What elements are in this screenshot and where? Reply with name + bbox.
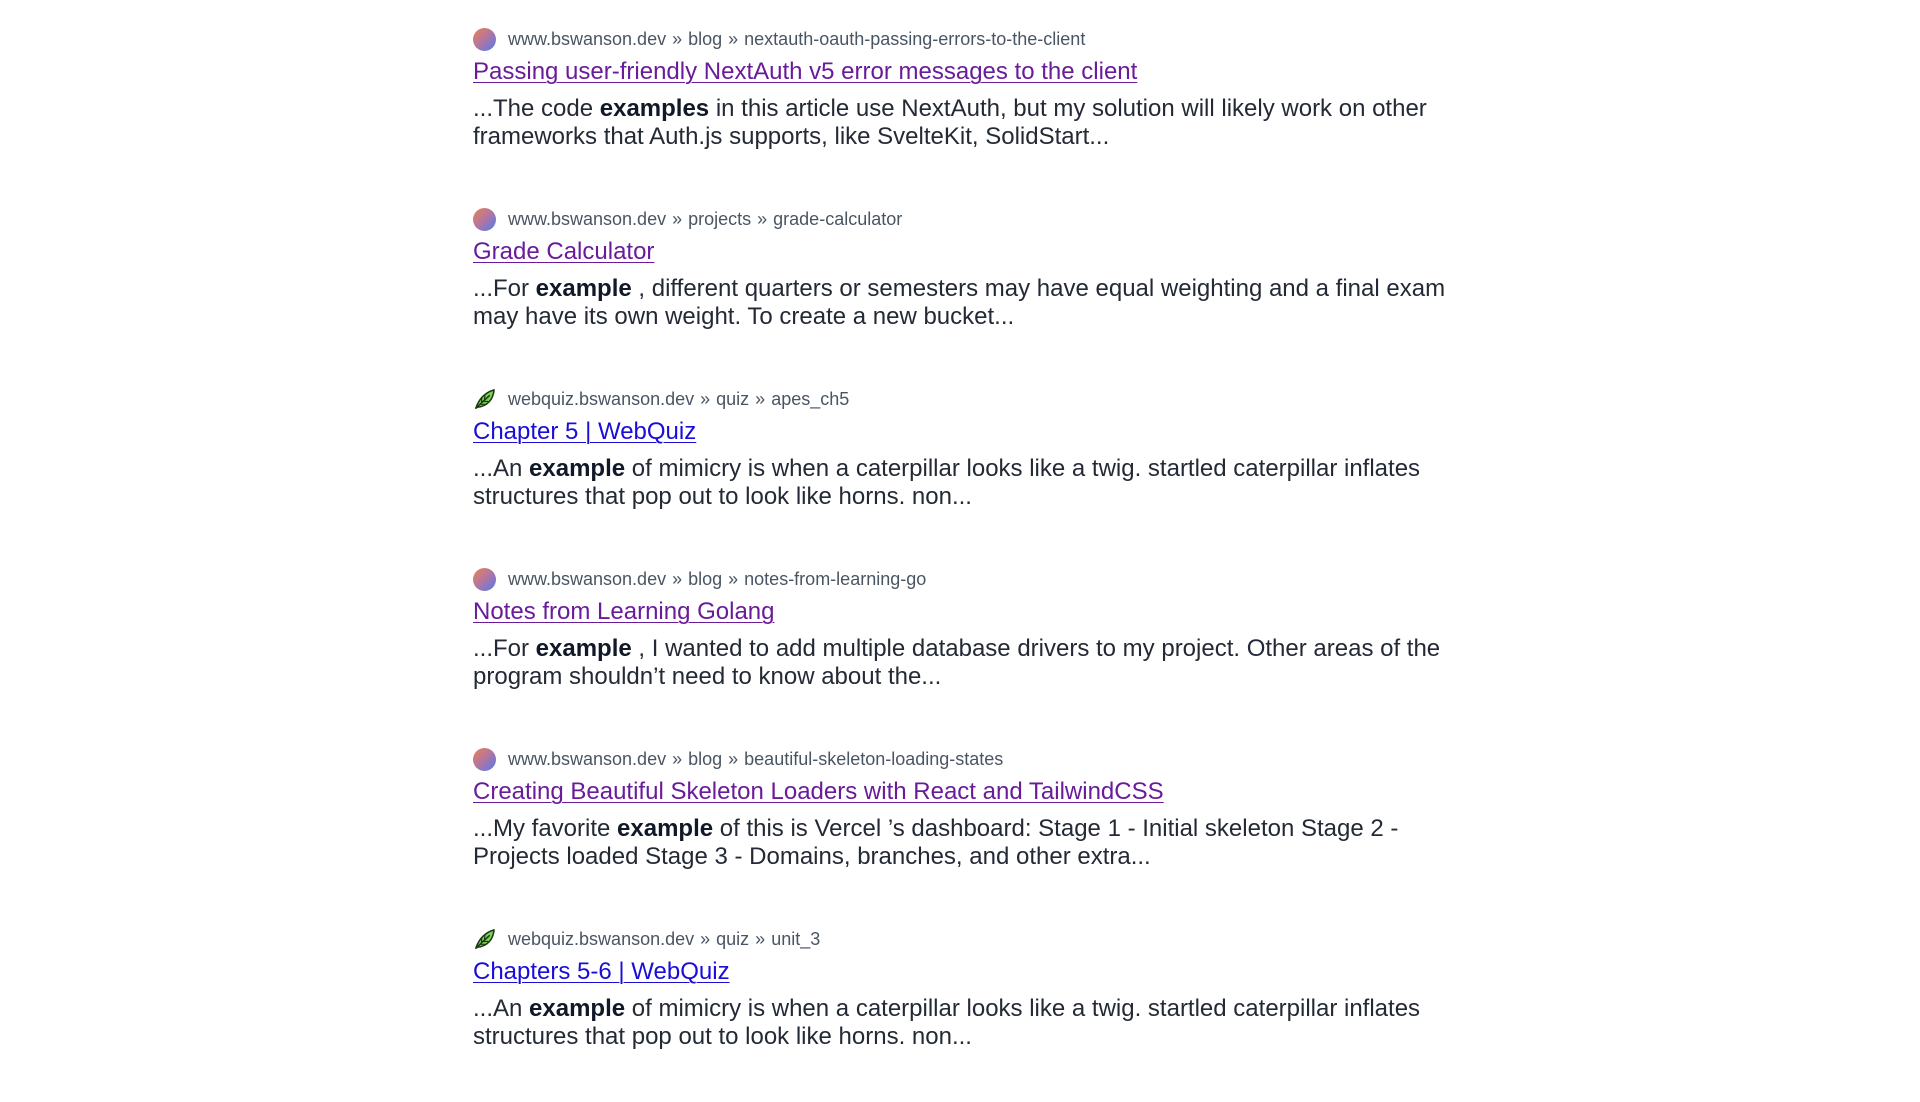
snippet-highlight: example [529, 995, 626, 1022]
result-snippet: ...An example of mimicry is when a cater… [473, 455, 1483, 511]
snippet-highlight: example [529, 455, 626, 482]
result-breadcrumb: webquiz.bswanson.dev» quiz» apes_ch5 [473, 387, 1483, 411]
result-snippet: ...For example , I wanted to add multipl… [473, 635, 1483, 691]
breadcrumb-segment: grade-calculator [773, 208, 903, 229]
result-domain: webquiz.bswanson.dev [508, 388, 695, 409]
result-title-link[interactable]: Creating Beautiful Skeleton Loaders with… [473, 776, 1164, 808]
result-url: webquiz.bswanson.dev» quiz» apes_ch5 [508, 389, 849, 410]
result-snippet: ...An example of mimicry is when a cater… [473, 995, 1483, 1051]
result-title-link[interactable]: Chapter 5 | WebQuiz [473, 416, 696, 448]
result-title-link[interactable]: Passing user-friendly NextAuth v5 error … [473, 56, 1137, 88]
breadcrumb-segment: quiz [716, 388, 750, 409]
breadcrumb-segment: nextauth-oauth-passing-errors-to-the-cli… [744, 28, 1086, 49]
result-domain: www.bswanson.dev [508, 28, 667, 49]
result-breadcrumb: www.bswanson.dev» blog» notes-from-learnin… [473, 567, 1483, 591]
result-url: www.bswanson.dev» blog» beautiful-skeleton… [508, 749, 1003, 770]
result-breadcrumb: www.bswanson.dev» blog» nextauth-oauth-pas… [473, 27, 1483, 51]
result-domain: www.bswanson.dev [508, 208, 667, 229]
snippet-text: ...The code [473, 95, 600, 122]
breadcrumb-segment: blog [688, 568, 723, 589]
result-breadcrumb: webquiz.bswanson.dev» quiz» unit_3 [473, 927, 1483, 951]
breadcrumb-segment: unit_3 [771, 928, 821, 949]
search-result: www.bswanson.dev» blog» notes-from-learnin… [473, 567, 1483, 742]
search-result: www.bswanson.dev» projects» grade-calculat… [473, 207, 1483, 382]
breadcrumb-segment: projects [688, 208, 752, 229]
snippet-text: ...My favorite [473, 815, 618, 842]
breadcrumb-separator: » [728, 568, 739, 589]
snippet-highlight: example [535, 635, 632, 662]
result-url: www.bswanson.dev» projects» grade-calculat… [508, 209, 902, 230]
breadcrumb-separator: » [672, 28, 683, 49]
breadcrumb-segment: blog [688, 28, 723, 49]
snippet-text: ...An [473, 455, 530, 482]
breadcrumb-segment: beautiful-skeleton-loading-states [744, 748, 1004, 769]
search-result: www.bswanson.dev» blog» nextauth-oauth-pas… [473, 27, 1483, 202]
breadcrumb-separator: » [755, 388, 766, 409]
result-url: webquiz.bswanson.dev» quiz» unit_3 [508, 929, 820, 950]
result-url: www.bswanson.dev» blog» notes-from-learnin… [508, 569, 926, 590]
breadcrumb-separator: » [728, 28, 739, 49]
breadcrumb-separator: » [728, 748, 739, 769]
leaf-icon [473, 928, 496, 951]
snippet-highlight: example [535, 275, 632, 302]
leaf-icon [473, 388, 496, 411]
breadcrumb-separator: » [757, 208, 768, 229]
result-breadcrumb: www.bswanson.dev» projects» grade-calculat… [473, 207, 1483, 231]
site-favicon-icon [473, 27, 496, 51]
breadcrumb-separator: » [672, 748, 683, 769]
breadcrumb-segment: apes_ch5 [771, 388, 850, 409]
snippet-text: ...For [473, 635, 536, 662]
result-title-link[interactable]: Grade Calculator [473, 236, 654, 268]
result-domain: www.bswanson.dev [508, 568, 667, 589]
snippet-highlight: example [617, 815, 714, 842]
breadcrumb-separator: » [755, 928, 766, 949]
site-favicon-icon [473, 207, 496, 231]
breadcrumb-separator: » [672, 568, 683, 589]
snippet-text: ...An [473, 995, 530, 1022]
search-result: webquiz.bswanson.dev» quiz» apes_ch5 Chapte… [473, 387, 1483, 562]
result-domain: www.bswanson.dev [508, 748, 667, 769]
result-title-link[interactable]: Chapters 5-6 | WebQuiz [473, 956, 730, 988]
snippet-text: ...For [473, 275, 536, 302]
breadcrumb-separator: » [700, 388, 711, 409]
result-domain: webquiz.bswanson.dev [508, 928, 695, 949]
breadcrumb-segment: quiz [716, 928, 750, 949]
breadcrumb-separator: » [700, 928, 711, 949]
site-favicon-icon [473, 747, 496, 771]
result-snippet: ...For example , different quarters or s… [473, 275, 1483, 331]
result-snippet: ...The code examples in this article use… [473, 95, 1483, 151]
site-favicon-icon [473, 567, 496, 591]
result-url: www.bswanson.dev» blog» nextauth-oauth-pas… [508, 29, 1085, 50]
search-result: www.bswanson.dev» blog» beautiful-skeleton… [473, 747, 1483, 922]
result-snippet: ...My favorite example of this is Vercel… [473, 815, 1483, 871]
result-title-link[interactable]: Notes from Learning Golang [473, 596, 775, 628]
result-breadcrumb: www.bswanson.dev» blog» beautiful-skeleton… [473, 747, 1483, 771]
search-result: webquiz.bswanson.dev» quiz» unit_3 Chapters… [473, 927, 1483, 1102]
search-results: www.bswanson.dev» blog» nextauth-oauth-pas… [473, 22, 1483, 1102]
snippet-highlight: examples [599, 95, 710, 122]
breadcrumb-segment: notes-from-learning-go [744, 568, 927, 589]
breadcrumb-separator: » [672, 208, 683, 229]
breadcrumb-segment: blog [688, 748, 723, 769]
